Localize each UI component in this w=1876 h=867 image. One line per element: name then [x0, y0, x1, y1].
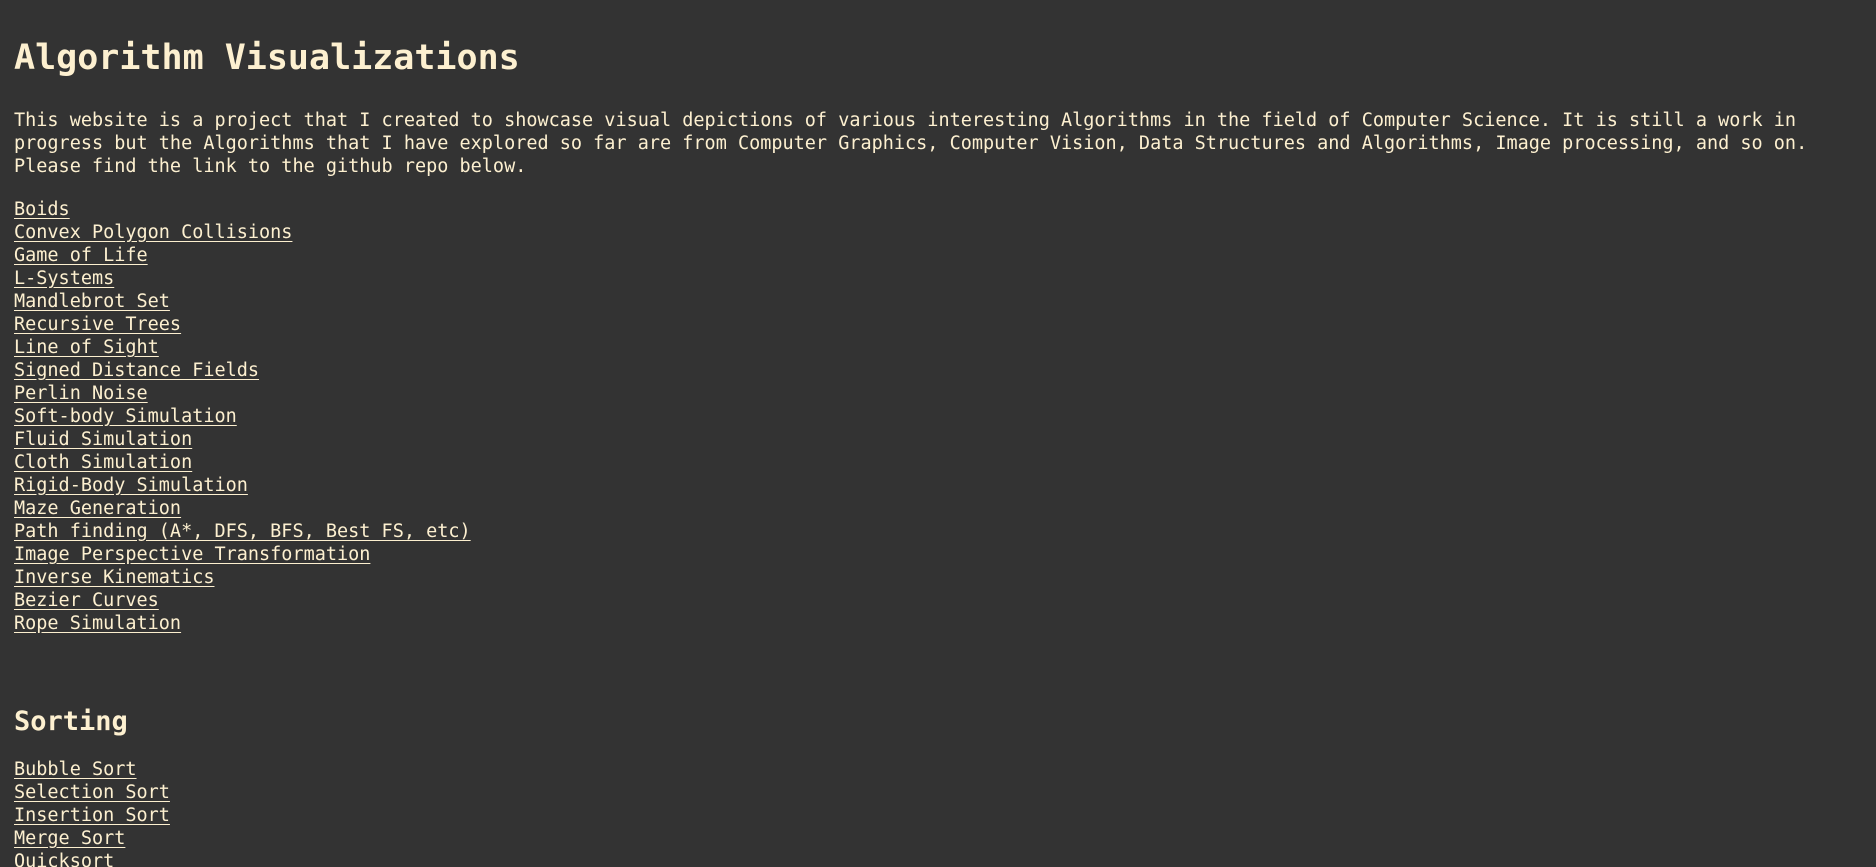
link-signed-distance-fields[interactable]: Signed Distance Fields	[14, 359, 259, 382]
link-selection-sort[interactable]: Selection Sort	[14, 781, 170, 804]
link-path-finding[interactable]: Path finding (A*, DFS, BFS, Best FS, etc…	[14, 520, 471, 543]
sorting-heading: Sorting	[14, 706, 128, 737]
sorting-link-list: Bubble Sort Selection Sort Insertion Sor…	[14, 758, 1862, 867]
intro-paragraph: This website is a project that I created…	[14, 110, 1808, 177]
link-cloth-simulation[interactable]: Cloth Simulation	[14, 451, 192, 474]
link-maze-generation[interactable]: Maze Generation	[14, 497, 181, 520]
link-fluid-simulation[interactable]: Fluid Simulation	[14, 428, 192, 451]
link-line-of-sight[interactable]: Line of Sight	[14, 336, 159, 359]
link-convex-polygon-collisions[interactable]: Convex Polygon Collisions	[14, 221, 292, 244]
link-soft-body-simulation[interactable]: Soft-body Simulation	[14, 405, 237, 428]
link-image-perspective-transformation[interactable]: Image Perspective Transformation	[14, 543, 370, 566]
link-boids[interactable]: Boids	[14, 198, 70, 221]
link-mandlebrot-set[interactable]: Mandlebrot Set	[14, 290, 170, 313]
link-rope-simulation[interactable]: Rope Simulation	[14, 612, 181, 635]
algorithm-link-list: Boids Convex Polygon Collisions Game of …	[14, 198, 1862, 635]
link-bubble-sort[interactable]: Bubble Sort	[14, 758, 137, 781]
link-rigid-body-simulation[interactable]: Rigid-Body Simulation	[14, 474, 248, 497]
link-insertion-sort[interactable]: Insertion Sort	[14, 804, 170, 827]
link-quicksort[interactable]: Quicksort	[14, 850, 114, 867]
link-game-of-life[interactable]: Game of Life	[14, 244, 148, 267]
link-inverse-kinematics[interactable]: Inverse Kinematics	[14, 566, 214, 589]
page-title: Algorithm Visualizations	[14, 38, 520, 78]
link-merge-sort[interactable]: Merge Sort	[14, 827, 125, 850]
page: Algorithm Visualizations This website is…	[0, 0, 1876, 867]
link-perlin-noise[interactable]: Perlin Noise	[14, 382, 148, 405]
link-l-systems[interactable]: L-Systems	[14, 267, 114, 290]
link-bezier-curves[interactable]: Bezier Curves	[14, 589, 159, 612]
link-recursive-trees[interactable]: Recursive Trees	[14, 313, 181, 336]
